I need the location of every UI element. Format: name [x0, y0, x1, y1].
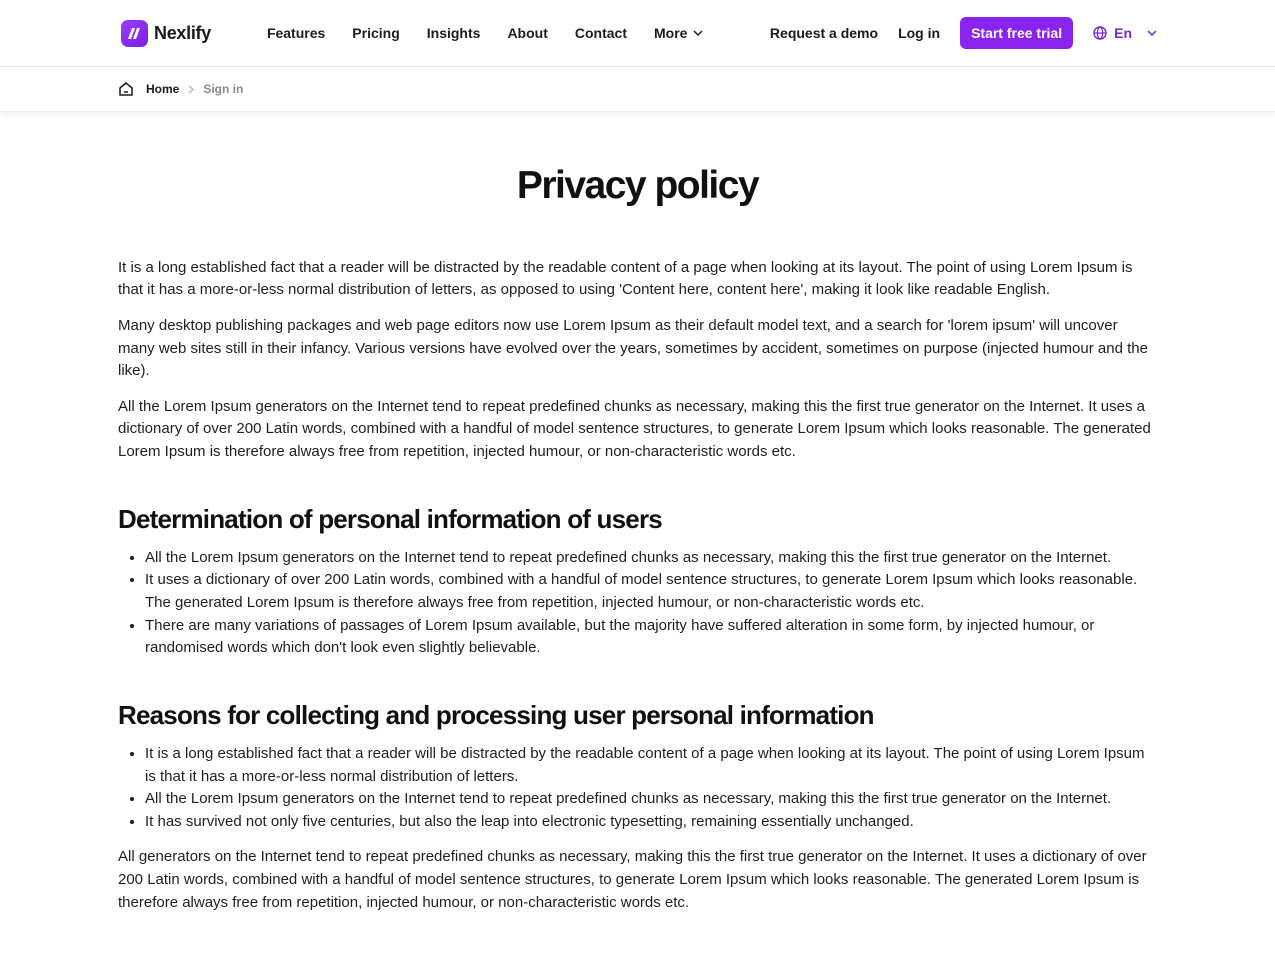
main-nav: Features Pricing Insights About Contact … [267, 25, 731, 41]
list-item: It has survived not only five centuries,… [145, 811, 1157, 834]
nav-item-more[interactable]: More [654, 25, 703, 41]
section-reasons: Reasons for collecting and processing us… [118, 700, 1157, 834]
nav-item-pricing[interactable]: Pricing [352, 25, 399, 41]
language-selector[interactable]: En [1093, 25, 1157, 41]
list-item: It uses a dictionary of over 200 Latin w… [145, 569, 1157, 614]
home-icon[interactable] [118, 81, 134, 97]
intro: It is a long established fact that a rea… [118, 257, 1157, 464]
logo[interactable]: Nexlify [121, 19, 211, 47]
list-item: There are many variations of passages of… [145, 615, 1157, 660]
logo-text: Nexlify [154, 22, 211, 43]
chevron-down-icon [693, 30, 703, 36]
globe-icon [1093, 26, 1107, 40]
bullet-list: All the Lorem Ipsum generators on the In… [118, 547, 1157, 660]
nav-item-contact[interactable]: Contact [575, 25, 627, 41]
breadcrumb: Home Sign in [0, 67, 1275, 112]
chevron-down-icon [1147, 30, 1157, 36]
closing-paragraph: All generators on the Internet tend to r… [118, 848, 1147, 911]
start-trial-button[interactable]: Start free trial [960, 17, 1074, 49]
logo-mark-icon [121, 19, 148, 47]
intro-paragraph: Many desktop publishing packages and web… [118, 317, 1148, 380]
breadcrumb-current: Sign in [203, 82, 244, 96]
bullet-list: It is a long established fact that a rea… [118, 743, 1157, 833]
main-content: Privacy policy It is a long established … [0, 164, 1275, 914]
language-label: En [1114, 25, 1132, 41]
chevron-right-icon [188, 85, 195, 94]
section-heading: Reasons for collecting and processing us… [118, 699, 875, 730]
section-determination: Determination of personal information of… [118, 504, 1157, 660]
list-item: It is a long established fact that a rea… [145, 743, 1157, 788]
intro-paragraph: All the Lorem Ipsum generators on the In… [118, 397, 1151, 461]
intro-paragraph: It is a long established fact that a rea… [118, 258, 1133, 299]
nav-more-label: More [654, 25, 688, 41]
nav-item-features[interactable]: Features [267, 25, 325, 41]
list-item: All the Lorem Ipsum generators on the In… [145, 547, 1157, 570]
section-heading: Determination of personal information of… [118, 503, 663, 534]
request-demo-link[interactable]: Request a demo [770, 25, 878, 41]
list-item: All the Lorem Ipsum generators on the In… [145, 788, 1157, 811]
login-link[interactable]: Log in [898, 25, 940, 41]
nav-item-insights[interactable]: Insights [427, 25, 481, 41]
site-header: Nexlify Features Pricing Insights About … [0, 0, 1275, 67]
header-actions: Request a demo Log in Start free trial E… [770, 17, 1157, 49]
nav-item-about[interactable]: About [507, 25, 547, 41]
breadcrumb-home[interactable]: Home [146, 82, 179, 96]
page-title: Privacy policy [516, 164, 760, 207]
